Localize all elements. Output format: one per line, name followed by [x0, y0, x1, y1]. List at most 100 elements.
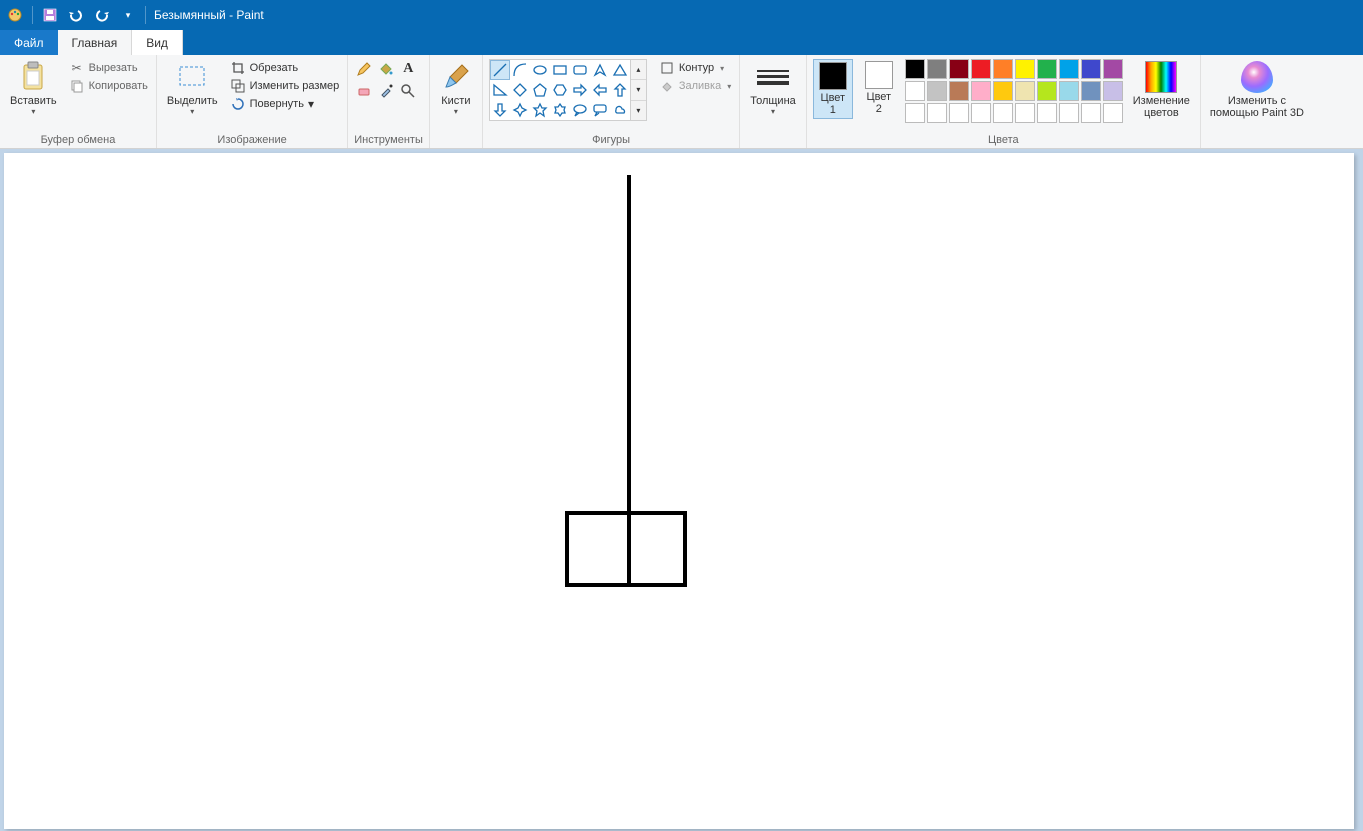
brushes-label: Кисти	[441, 95, 470, 107]
paste-button[interactable]: Вставить ▾	[6, 59, 61, 118]
color-swatch[interactable]	[1037, 103, 1057, 123]
color-swatch[interactable]	[1059, 81, 1079, 101]
qat-customize-icon[interactable]: ▾	[117, 4, 139, 26]
color-swatch[interactable]	[949, 103, 969, 123]
shapes-gallery[interactable]	[489, 59, 631, 121]
crop-button[interactable]: Обрезать	[228, 59, 342, 77]
color-swatch[interactable]	[971, 59, 991, 79]
color-swatch[interactable]	[993, 81, 1013, 101]
shapes-scroll-up[interactable]: ▴	[631, 60, 646, 80]
shape-hexagon[interactable]	[550, 80, 570, 100]
shape-outline-button[interactable]: Контур ▾	[657, 59, 733, 77]
color-swatch[interactable]	[1103, 81, 1123, 101]
color-swatch[interactable]	[1081, 59, 1101, 79]
resize-button[interactable]: Изменить размер	[228, 77, 342, 95]
group-colors: Цвет 1 Цвет 2 Изменение цветов Цвета	[807, 55, 1201, 148]
text-tool[interactable]: A	[398, 59, 418, 79]
cut-label: Вырезать	[89, 62, 138, 74]
color-swatch[interactable]	[905, 81, 925, 101]
color-swatch[interactable]	[1037, 59, 1057, 79]
tab-file[interactable]: Файл	[0, 30, 58, 55]
color-swatch[interactable]	[971, 103, 991, 123]
color-picker-tool[interactable]	[376, 81, 396, 101]
color-swatch[interactable]	[1037, 81, 1057, 101]
brushes-button[interactable]: Кисти ▾	[436, 59, 476, 118]
shape-polygon[interactable]	[590, 60, 610, 80]
color-swatch[interactable]	[1081, 81, 1101, 101]
color-swatch[interactable]	[1103, 103, 1123, 123]
color-swatch[interactable]	[993, 59, 1013, 79]
undo-icon[interactable]	[65, 4, 87, 26]
color-swatch[interactable]	[971, 81, 991, 101]
color-swatch[interactable]	[1059, 103, 1079, 123]
shape-arrow-right[interactable]	[570, 80, 590, 100]
color-swatch[interactable]	[927, 81, 947, 101]
rotate-button[interactable]: Повернуть ▾	[228, 95, 342, 113]
color1-button[interactable]: Цвет 1	[813, 59, 853, 119]
magnifier-tool[interactable]	[398, 81, 418, 101]
shape-curve[interactable]	[510, 60, 530, 80]
shape-arrow-up[interactable]	[610, 80, 630, 100]
shape-line[interactable]	[490, 60, 510, 80]
shapes-expand[interactable]: ▾	[631, 101, 646, 120]
shape-triangle[interactable]	[610, 60, 630, 80]
color-swatch[interactable]	[905, 103, 925, 123]
select-label: Выделить	[167, 95, 218, 107]
shapes-scroll-down[interactable]: ▾	[631, 80, 646, 100]
shape-oval[interactable]	[530, 60, 550, 80]
shape-arrow-down[interactable]	[490, 100, 510, 120]
color-swatch[interactable]	[993, 103, 1013, 123]
shape-arrow-left[interactable]	[590, 80, 610, 100]
copy-button[interactable]: Копировать	[67, 77, 150, 95]
shape-callout-round[interactable]	[570, 100, 590, 120]
color-swatch[interactable]	[927, 59, 947, 79]
tab-home[interactable]: Главная	[58, 30, 132, 55]
color-swatch[interactable]	[1059, 59, 1079, 79]
shape-fill-button[interactable]: Заливка ▾	[657, 77, 733, 95]
pencil-tool[interactable]	[354, 59, 374, 79]
shape-right-triangle[interactable]	[490, 80, 510, 100]
shape-callout-rect[interactable]	[590, 100, 610, 120]
color-swatch[interactable]	[1103, 59, 1123, 79]
color-swatch[interactable]	[1081, 103, 1101, 123]
select-button[interactable]: Выделить ▾	[163, 59, 222, 118]
image-group-label: Изображение	[163, 134, 341, 148]
color-swatch[interactable]	[1015, 81, 1035, 101]
resize-icon	[230, 78, 246, 94]
shape-roundrect[interactable]	[570, 60, 590, 80]
shape-star6[interactable]	[550, 100, 570, 120]
shapes-scroll: ▴ ▾ ▾	[631, 59, 647, 121]
canvas[interactable]	[4, 153, 1354, 829]
shape-diamond[interactable]	[510, 80, 530, 100]
shape-star4[interactable]	[510, 100, 530, 120]
color2-label: Цвет 2	[866, 91, 891, 115]
color-swatch[interactable]	[927, 103, 947, 123]
color-swatch[interactable]	[949, 81, 969, 101]
color-swatch[interactable]	[1015, 59, 1035, 79]
edit-colors-button[interactable]: Изменение цветов	[1129, 59, 1194, 121]
color-swatch[interactable]	[905, 59, 925, 79]
group-paint3d: Изменить с помощью Paint 3D	[1201, 55, 1313, 148]
color-swatch[interactable]	[1015, 103, 1035, 123]
clipboard-icon	[17, 61, 49, 93]
ribbon: Вставить ▾ ✂ Вырезать Копировать Буфер о…	[0, 55, 1363, 149]
save-icon[interactable]	[39, 4, 61, 26]
thickness-button[interactable]: Толщина ▾	[746, 59, 800, 118]
color2-button[interactable]: Цвет 2	[859, 59, 899, 117]
chevron-down-icon: ▾	[727, 82, 731, 91]
shape-outline-label: Контур	[679, 62, 714, 74]
cut-button[interactable]: ✂ Вырезать	[67, 59, 150, 77]
paint3d-button[interactable]: Изменить с помощью Paint 3D	[1207, 59, 1307, 121]
eraser-tool[interactable]	[354, 81, 374, 101]
fill-tool[interactable]	[376, 59, 396, 79]
shape-pentagon[interactable]	[530, 80, 550, 100]
shape-callout-cloud[interactable]	[610, 100, 630, 120]
shape-star5[interactable]	[530, 100, 550, 120]
color-swatch[interactable]	[949, 59, 969, 79]
resize-label: Изменить размер	[250, 80, 340, 92]
color2-swatch	[865, 61, 893, 89]
shape-rect[interactable]	[550, 60, 570, 80]
tab-view[interactable]: Вид	[131, 30, 183, 55]
paint3d-label: Изменить с помощью Paint 3D	[1210, 95, 1304, 119]
redo-icon[interactable]	[91, 4, 113, 26]
